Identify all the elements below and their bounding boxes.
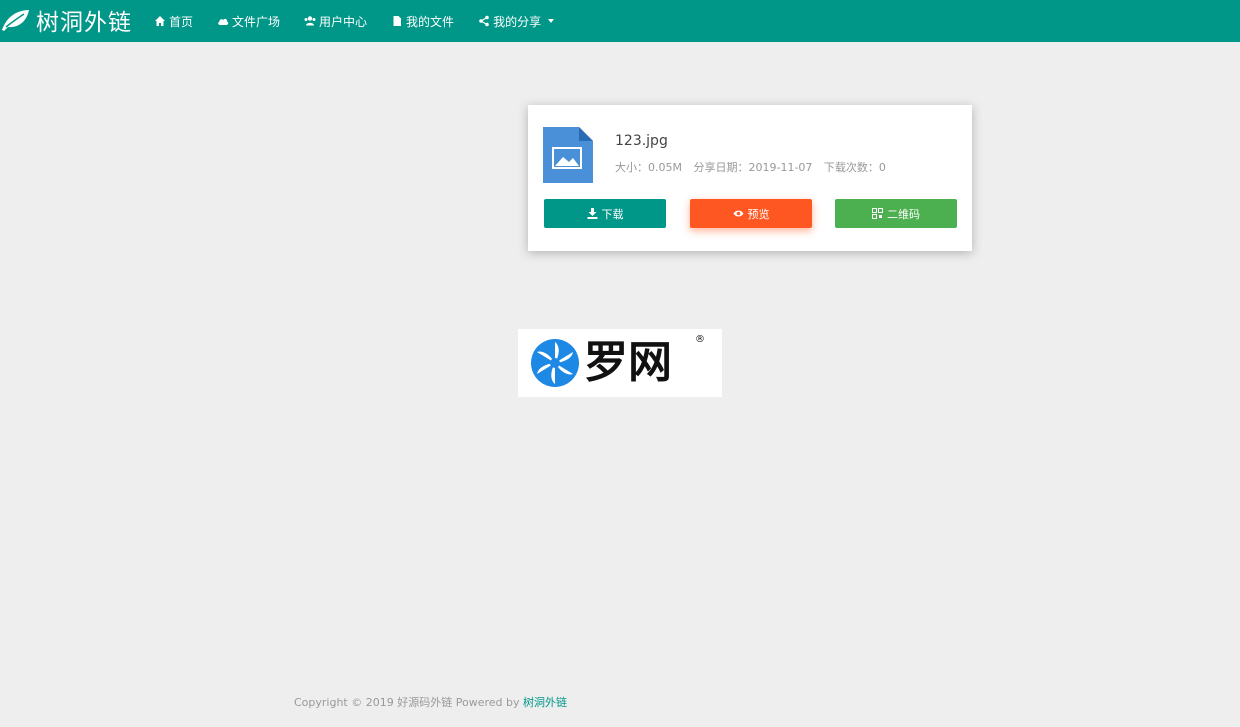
- leaf-logo-icon: [2, 10, 29, 31]
- cloud-icon: [218, 18, 229, 25]
- footer: Copyright © 2019 好源码外链 Powered by 树洞外链: [294, 694, 567, 710]
- nav-item-label: 首页: [169, 14, 194, 29]
- footer-copyright: Copyright © 2019 好源码外链 Powered by: [294, 696, 523, 709]
- download-count: 下载次数：0: [823, 161, 886, 174]
- preview-logo: 罗网: [530, 338, 672, 388]
- aperture-emblem-icon: [531, 339, 579, 387]
- file-name: 123.jpg: [615, 133, 668, 149]
- nav-item-home[interactable]: 首页: [154, 13, 193, 30]
- preview-button[interactable]: 预览: [690, 199, 812, 228]
- home-icon: [155, 16, 165, 26]
- eye-icon: [733, 210, 743, 217]
- file-card: 123.jpg 大小：0.05M 分享日期：2019-11-07 下载次数：0 …: [528, 105, 972, 251]
- qrcode-button[interactable]: 二维码: [835, 199, 957, 228]
- footer-link[interactable]: 树洞外链: [523, 696, 567, 709]
- nav-item-file-square[interactable]: 文件广场: [217, 13, 280, 30]
- image-file-icon: [543, 127, 593, 183]
- top-navbar: 树洞外链 首页 文件广场 用户中心 我的文件 我的分享: [0, 0, 1240, 42]
- download-label: 下载: [601, 207, 624, 221]
- brand-title: 树洞外链: [36, 10, 132, 36]
- nav-item-my-shares[interactable]: 我的分享: [478, 13, 555, 30]
- registered-mark: ®: [695, 334, 705, 345]
- preview-image: 罗网 ®: [518, 329, 722, 397]
- file-meta: 大小：0.05M 分享日期：2019-11-07 下载次数：0: [615, 159, 894, 175]
- nav-item-label: 我的分享: [493, 14, 542, 29]
- brand[interactable]: 树洞外链: [0, 4, 132, 36]
- qrcode-label: 二维码: [887, 207, 920, 221]
- users-icon: [304, 16, 316, 26]
- qrcode-icon: [872, 208, 883, 219]
- file-icon: [393, 16, 402, 26]
- file-size: 大小：0.05M: [615, 161, 682, 174]
- download-icon: [587, 208, 597, 219]
- nav-menu: 首页 文件广场 用户中心 我的文件 我的分享: [154, 0, 578, 42]
- share-icon: [479, 15, 489, 27]
- nav-item-label: 文件广场: [232, 14, 281, 29]
- preview-logo-text: 罗网: [584, 337, 672, 388]
- nav-item-my-files[interactable]: 我的文件: [391, 13, 454, 30]
- share-date: 分享日期：2019-11-07: [693, 161, 813, 174]
- chevron-down-icon: [548, 19, 555, 23]
- nav-item-user-center[interactable]: 用户中心: [304, 13, 367, 30]
- download-button[interactable]: 下载: [544, 199, 666, 228]
- nav-item-label: 用户中心: [319, 14, 368, 29]
- preview-label: 预览: [747, 207, 770, 221]
- nav-item-label: 我的文件: [406, 14, 455, 29]
